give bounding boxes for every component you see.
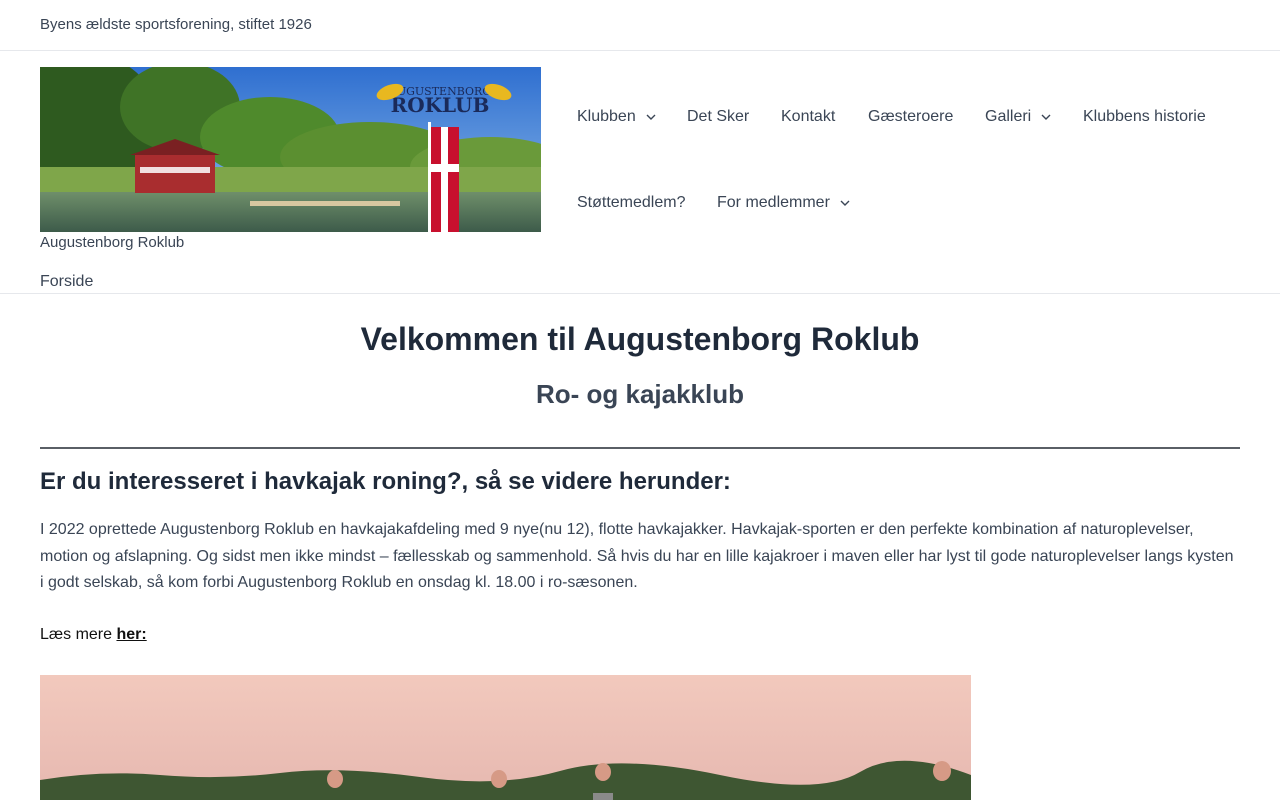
kayak-group-photo: [40, 675, 971, 800]
read-more-prefix: Læs mere: [40, 626, 117, 643]
nav-item-gaesteroere[interactable]: Gæsteroere: [868, 108, 953, 126]
read-more-link[interactable]: her:: [116, 626, 146, 643]
chevron-down-icon: [1041, 114, 1051, 120]
nav-item-label: Det Sker: [687, 108, 750, 125]
nav-item-det-sker[interactable]: Det Sker: [687, 108, 749, 126]
nav-item-label: Støttemedlem?: [577, 194, 686, 211]
site-title[interactable]: Augustenborg Roklub: [40, 234, 184, 251]
nav-item-label: Kontakt: [781, 108, 836, 125]
nav-item-for-medlemmer[interactable]: For medlemmer: [717, 194, 851, 212]
nav-item-kontakt[interactable]: Kontakt: [781, 108, 835, 126]
page-subtitle: Ro- og kajakklub: [535, 379, 745, 409]
nav-item-stottemedlem[interactable]: Støttemedlem?: [577, 194, 685, 212]
site-tagline: Byens ældste sportsforening, stiftet 192…: [40, 16, 312, 33]
page-title: Velkommen til Augustenborg Roklub: [360, 321, 920, 357]
top-bar: Byens ældste sportsforening, stiftet 192…: [0, 0, 1280, 51]
nav-item-klubben[interactable]: Klubben: [577, 108, 657, 126]
nav-item-label: Galleri: [985, 108, 1032, 125]
nav-item-label: Klubben: [577, 108, 636, 125]
kayak-intro-text: I 2022 oprettede Augustenborg Roklub en …: [40, 521, 1234, 591]
logo-brand: ROKLUB: [391, 93, 490, 117]
kayak-section-heading: Er du interesseret i havkajak roning?, s…: [40, 468, 731, 495]
chevron-down-icon: [840, 200, 850, 206]
nav-item-label: For medlemmer: [717, 194, 830, 211]
read-more-line: Læs mere her:: [40, 626, 147, 644]
nav-item-klubbens-historie[interactable]: Klubbens historie: [1083, 108, 1206, 126]
site-header: AUGUSTENBORG ROKLUB Augustenborg Roklub …: [0, 51, 1280, 294]
site-logo-banner[interactable]: AUGUSTENBORG ROKLUB: [40, 67, 541, 232]
section-divider: [40, 447, 1240, 449]
chevron-down-icon: [646, 114, 656, 120]
nav-item-label: Klubbens historie: [1083, 108, 1206, 125]
nav-item-label: Gæsteroere: [868, 108, 954, 125]
breadcrumb-home[interactable]: Forside: [40, 273, 93, 291]
nav-item-galleri[interactable]: Galleri: [985, 108, 1052, 126]
